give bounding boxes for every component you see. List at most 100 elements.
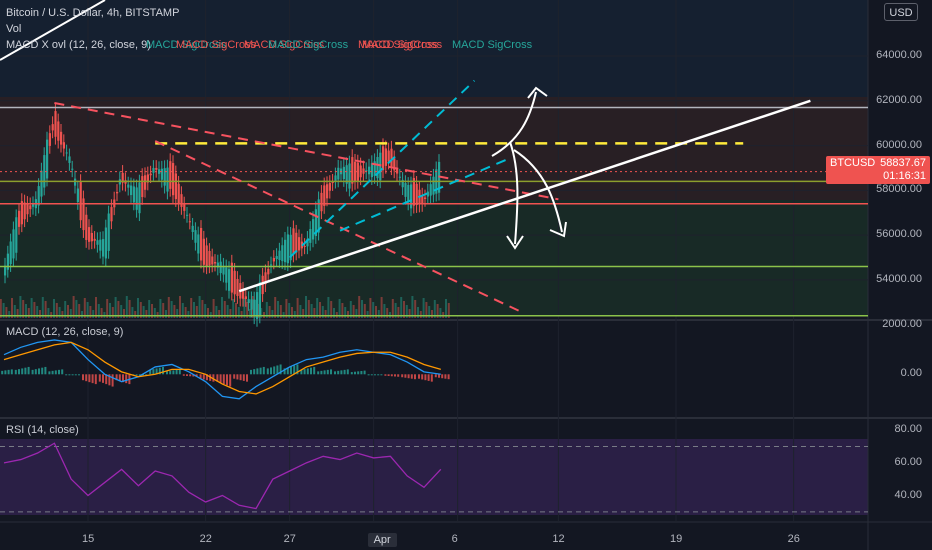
volume-indicator-label[interactable]: Vol bbox=[6, 22, 21, 36]
macd-histogram-bar bbox=[58, 369, 60, 375]
macd-histogram-bar bbox=[390, 374, 393, 377]
volume-bar bbox=[442, 312, 445, 318]
candle-body bbox=[356, 162, 359, 181]
price-axis-tick: 62000.00 bbox=[876, 93, 922, 106]
rsi-axis-tick: 40.00 bbox=[894, 488, 922, 501]
candle-body bbox=[219, 261, 222, 274]
macd-histogram-bar bbox=[404, 374, 407, 378]
candle-body bbox=[247, 299, 250, 303]
macd-histogram-bar bbox=[346, 369, 349, 375]
rsi-axis-tick: 60.00 bbox=[894, 455, 922, 468]
candle-body bbox=[278, 250, 281, 261]
macd-histogram-bar bbox=[441, 374, 444, 379]
macd-histogram-bar bbox=[306, 368, 309, 375]
candle-body bbox=[191, 225, 194, 233]
macd-histogram-bar bbox=[85, 374, 88, 382]
volume-bar bbox=[209, 312, 212, 318]
candle-body bbox=[284, 239, 287, 263]
macd-histogram-bar bbox=[323, 370, 326, 375]
candle-body bbox=[292, 228, 295, 255]
macd-histogram-bar bbox=[219, 374, 222, 383]
macd-histogram-bar bbox=[202, 374, 205, 380]
candle-body bbox=[51, 124, 54, 131]
macd-histogram-bar bbox=[14, 369, 17, 375]
macd-histogram-bar bbox=[334, 371, 336, 375]
macd-sigcross-label: MACD SigCross bbox=[268, 39, 349, 51]
macd-histogram-bar bbox=[427, 374, 430, 381]
volume-bar bbox=[114, 297, 117, 318]
volume-bar bbox=[296, 298, 299, 318]
macd-histogram-bar bbox=[343, 369, 346, 375]
candle-body bbox=[270, 264, 273, 266]
macd-histogram-bar bbox=[326, 369, 329, 375]
candle-body bbox=[233, 270, 236, 295]
macd-histogram-bar bbox=[27, 366, 30, 375]
time-axis-tick: 26 bbox=[787, 533, 800, 545]
macd-line[interactable] bbox=[3, 339, 441, 400]
candle-body bbox=[26, 203, 29, 215]
volume-bar bbox=[249, 309, 251, 318]
volume-bar bbox=[198, 296, 201, 318]
macd-histogram-bar bbox=[74, 374, 77, 376]
volume-bar bbox=[369, 298, 372, 318]
macd-histogram-bar bbox=[172, 370, 175, 375]
macd-histogram-bar bbox=[438, 374, 440, 378]
candle-body bbox=[286, 234, 289, 264]
candle-body bbox=[57, 121, 60, 141]
macd-histogram-bar bbox=[182, 374, 185, 376]
volume-bar bbox=[355, 309, 358, 318]
chart-canvas[interactable] bbox=[0, 0, 932, 550]
macd-histogram-bar bbox=[229, 374, 232, 387]
candle-body bbox=[15, 217, 18, 253]
candle-body bbox=[163, 168, 166, 186]
candle-body bbox=[415, 183, 418, 206]
candle-body bbox=[48, 133, 51, 146]
candle-body bbox=[211, 256, 214, 265]
volume-bar bbox=[11, 298, 13, 318]
candle-body bbox=[188, 221, 191, 223]
volume-bar bbox=[347, 311, 349, 318]
candle-body bbox=[93, 238, 96, 241]
macd-histogram-bar bbox=[330, 369, 332, 375]
volume-bar bbox=[179, 296, 181, 318]
rsi-pane-label[interactable]: RSI (14, close) bbox=[6, 424, 79, 436]
macd-histogram-bar bbox=[152, 369, 155, 375]
currency-button[interactable]: USD bbox=[884, 3, 918, 21]
macd-histogram-bar bbox=[10, 369, 13, 375]
candle-body bbox=[398, 176, 401, 178]
macd-overlay-label[interactable]: MACD X ovl (12, 26, close, 9) bbox=[6, 38, 151, 52]
macd-pane-label[interactable]: MACD (12, 26, close, 9) bbox=[6, 326, 123, 338]
candle-body bbox=[138, 182, 141, 214]
symbol-title[interactable]: Bitcoin / U.S. Dollar, 4h, BITSTAMP bbox=[6, 6, 179, 20]
candle-body bbox=[214, 262, 217, 264]
macd-histogram-bar bbox=[82, 374, 84, 381]
candle-body bbox=[379, 152, 382, 181]
macd-histogram-bar bbox=[236, 374, 239, 380]
candle-body bbox=[194, 230, 197, 243]
candle-body bbox=[258, 282, 261, 316]
macd-histogram-bar bbox=[94, 374, 97, 385]
volume-bar bbox=[218, 310, 221, 318]
macd-histogram-bar bbox=[111, 374, 114, 387]
macd-histogram-bar bbox=[313, 366, 316, 375]
candle-body bbox=[208, 250, 211, 266]
candle-body bbox=[18, 210, 21, 227]
candle-body bbox=[102, 239, 105, 257]
signal-line[interactable] bbox=[3, 341, 441, 395]
candle-body bbox=[250, 299, 253, 310]
macd-histogram-bar bbox=[246, 374, 248, 382]
macd-histogram-bar bbox=[424, 374, 427, 381]
candle-body bbox=[312, 219, 315, 240]
macd-histogram-bar bbox=[242, 374, 245, 381]
candle-body bbox=[303, 245, 306, 247]
macd-histogram-bar bbox=[363, 370, 366, 375]
macd-histogram-bar bbox=[397, 374, 400, 377]
volume-bar bbox=[95, 297, 97, 318]
volume-bar bbox=[389, 312, 391, 318]
macd-histogram-bar bbox=[360, 370, 363, 375]
volume-bar bbox=[366, 311, 369, 318]
volume-bar bbox=[221, 297, 223, 318]
price-axis-tick: 54000.00 bbox=[876, 272, 922, 285]
candle-body bbox=[99, 239, 102, 251]
volume-bar bbox=[243, 298, 246, 318]
